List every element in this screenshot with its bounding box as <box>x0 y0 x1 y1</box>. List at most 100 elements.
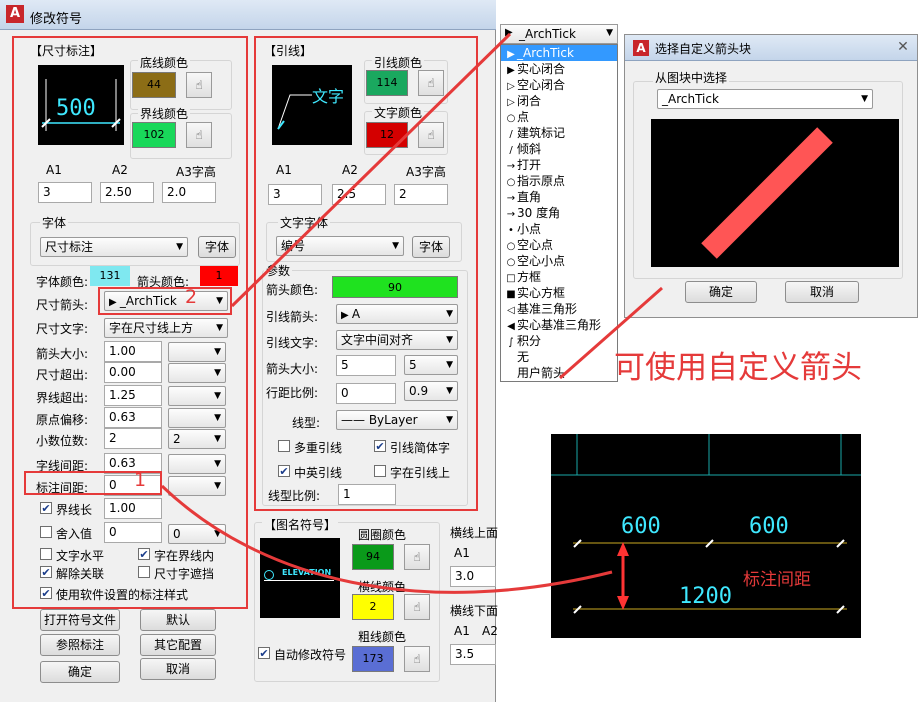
circle-color-swatch[interactable]: 94 <box>352 544 394 570</box>
circle-color-pick-button[interactable]: ☝ <box>404 544 430 570</box>
dialog-title: 修改符号 <box>30 12 83 27</box>
dim-a1-input[interactable]: 3 <box>38 182 92 203</box>
dim-row-input[interactable]: 2 <box>104 428 162 449</box>
block-select[interactable]: _ArchTick ▼ <box>657 89 873 109</box>
base-color-pick-button[interactable]: ☝ <box>186 72 212 98</box>
hline-color-swatch[interactable]: 2 <box>352 594 394 620</box>
cn-en-leader-checkbox[interactable]: ✔ <box>278 465 290 477</box>
dim-row-input[interactable]: 0.63 <box>104 407 162 428</box>
leader-text-select[interactable]: 文字中间对齐 ▼ <box>336 330 458 350</box>
dropdown-item[interactable]: ▶ _ArchTick <box>501 45 617 61</box>
thick-color-pick-button[interactable]: ☝ <box>404 646 430 672</box>
default-button[interactable]: 默认 <box>140 609 216 631</box>
unassoc-checkbox[interactable]: ✔ <box>40 566 52 578</box>
line-spacing-select[interactable]: 0.9 ▼ <box>404 381 458 401</box>
thick-color-swatch[interactable]: 173 <box>352 646 394 672</box>
round-input[interactable]: 0 <box>104 522 162 543</box>
font-color-swatch[interactable]: 131 <box>90 266 130 286</box>
dropdown-item[interactable]: ◀ 实心基准三角形 <box>501 317 617 333</box>
dropdown-item[interactable]: / 倾斜 <box>501 141 617 157</box>
dim-row-select[interactable]: ▼ <box>168 386 226 406</box>
dim-row-select[interactable]: ▼ <box>168 408 226 428</box>
arrow-color-swatch[interactable]: 1 <box>200 266 238 286</box>
dropdown-item[interactable]: 无 <box>501 349 617 365</box>
use-software-checkbox[interactable]: ✔ <box>40 587 52 599</box>
dropdown-item[interactable]: 用户箭头 <box>501 365 617 381</box>
params-group-title: 参数 <box>264 262 293 279</box>
text-color-pick-button[interactable]: ☝ <box>418 122 444 148</box>
dropdown-item[interactable]: ▷ 闭合 <box>501 93 617 109</box>
ld-arrow-size-select[interactable]: 5 ▼ <box>404 355 458 375</box>
dropdown-item[interactable]: ○ 空心点 <box>501 237 617 253</box>
ext-color-swatch[interactable]: 102 <box>132 122 176 148</box>
ext-len-input[interactable]: 1.00 <box>104 498 162 519</box>
dropdown-item[interactable]: ■实心方框 <box>501 285 617 301</box>
dim-a2-input[interactable]: 2.50 <box>100 182 154 203</box>
block-cancel-button[interactable]: 取消 <box>785 281 859 303</box>
lower-a1-input[interactable]: 3.5 <box>450 644 496 665</box>
dropdown-item[interactable]: → 30 度角 <box>501 205 617 221</box>
dim-row-select[interactable]: ▼ <box>168 476 226 496</box>
font-select[interactable]: 尺寸标注 ▼ <box>40 237 188 257</box>
hline-color-pick-button[interactable]: ☝ <box>404 594 430 620</box>
leader-color-swatch[interactable]: 114 <box>366 70 408 96</box>
dropdown-item[interactable]: □方框 <box>501 269 617 285</box>
dim-a3-input[interactable]: 2.0 <box>162 182 216 203</box>
ld-font-select[interactable]: 编号 ▼ <box>276 236 404 256</box>
linetype-select[interactable]: —— ByLayer ▼ <box>336 410 458 430</box>
block-ok-button[interactable]: 确定 <box>685 281 757 303</box>
dropdown-item[interactable]: → 打开 <box>501 157 617 173</box>
open-symbol-file-button[interactable]: 打开符号文件 <box>40 609 120 631</box>
linetype-scale-input[interactable]: 1 <box>338 484 396 505</box>
close-icon[interactable]: ✕ <box>893 37 913 57</box>
arrow-color2-swatch[interactable]: 90 <box>332 276 458 298</box>
dropdown-item[interactable]: ○ 点 <box>501 109 617 125</box>
base-color-swatch[interactable]: 44 <box>132 72 176 98</box>
dropdown-item[interactable]: ▷ 空心闭合 <box>501 77 617 93</box>
arrow-dropdown-combo[interactable]: ▶ _ArchTick ▼ <box>500 24 618 44</box>
ext-color-pick-button[interactable]: ☝ <box>186 122 212 148</box>
dim-row-input[interactable]: 1.00 <box>104 341 162 362</box>
dropdown-item[interactable]: / 建筑标记 <box>501 125 617 141</box>
dropdown-item[interactable]: ∫ 积分 <box>501 333 617 349</box>
ok-button[interactable]: 确定 <box>40 661 120 683</box>
leader-arrow-select[interactable]: ▶ A ▼ <box>336 304 458 324</box>
ld-font-button[interactable]: 字体 <box>412 236 450 258</box>
on-leader-checkbox[interactable] <box>374 465 386 477</box>
dropdown-item[interactable]: ◁ 基准三角形 <box>501 301 617 317</box>
dim-row-select[interactable]: ▼ <box>168 342 226 362</box>
font-button[interactable]: 字体 <box>198 236 236 258</box>
dim-mask-checkbox[interactable] <box>138 566 150 578</box>
ld-a2-input[interactable]: 2.5 <box>332 184 386 205</box>
dim-row-select[interactable]: ▼ <box>168 363 226 383</box>
round-checkbox[interactable] <box>40 526 52 538</box>
dropdown-item[interactable]: ○ 空心小点 <box>501 253 617 269</box>
dropdown-item[interactable]: • 小点 <box>501 221 617 237</box>
text-horizontal-checkbox[interactable] <box>40 548 52 560</box>
ld-a1-input[interactable]: 3 <box>268 184 322 205</box>
dim-row-input[interactable]: 1.25 <box>104 385 162 406</box>
upper-a1-input[interactable]: 3.0 <box>450 566 496 587</box>
ext-len-checkbox[interactable]: ✔ <box>40 502 52 514</box>
ld-a3-input[interactable]: 2 <box>394 184 448 205</box>
round-select[interactable]: 0 ▼ <box>168 524 226 544</box>
ref-dim-button[interactable]: 参照标注 <box>40 634 120 656</box>
ld-arrow-size-input[interactable]: 5 <box>336 355 396 376</box>
leader-color-pick-button[interactable]: ☝ <box>418 70 444 96</box>
thick-color-label: 粗线颜色 <box>358 630 407 644</box>
dim-row-input[interactable]: 0.00 <box>104 362 162 383</box>
text-inside-checkbox[interactable]: ✔ <box>138 548 150 560</box>
dim-row-select[interactable]: 2 ▼ <box>168 429 226 449</box>
cancel-button[interactable]: 取消 <box>140 658 216 680</box>
multi-leader-checkbox[interactable] <box>278 440 290 452</box>
auto-modify-checkbox[interactable]: ✔ <box>258 647 270 659</box>
other-config-button[interactable]: 其它配置 <box>140 634 216 656</box>
dropdown-item[interactable]: → 直角 <box>501 189 617 205</box>
simplified-checkbox[interactable]: ✔ <box>374 440 386 452</box>
dim-row-select[interactable]: ▼ <box>168 454 226 474</box>
dropdown-item[interactable]: ○ 指示原点 <box>501 173 617 189</box>
text-color-swatch[interactable]: 12 <box>366 122 408 148</box>
dropdown-item[interactable]: ▶ 实心闭合 <box>501 61 617 77</box>
dim-text-select[interactable]: 字在尺寸线上方 ▼ <box>104 318 228 338</box>
line-spacing-input[interactable]: 0 <box>336 383 396 404</box>
